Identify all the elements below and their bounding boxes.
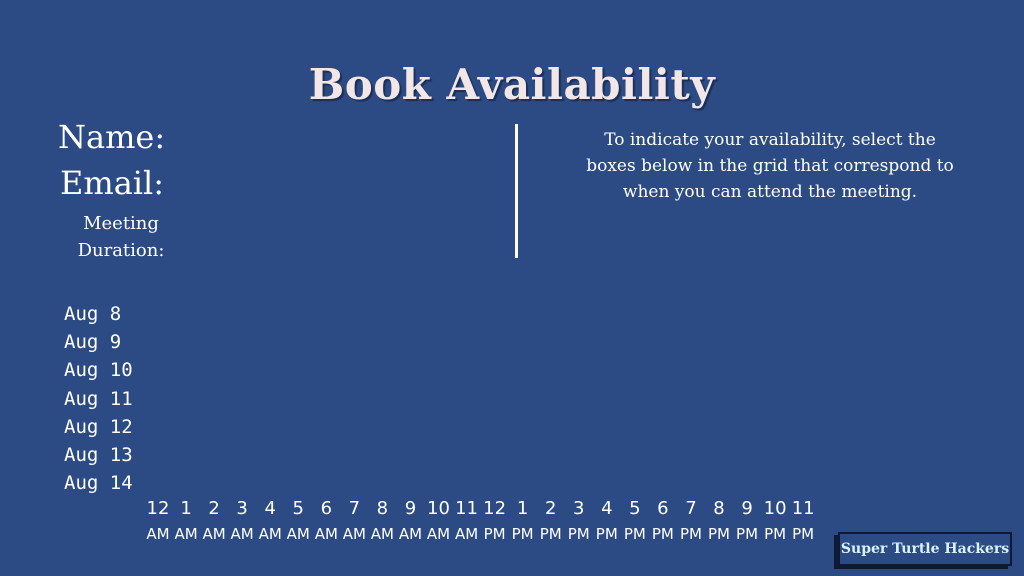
hour-period: PM	[764, 525, 787, 543]
vertical-divider	[515, 124, 518, 258]
hour-number: 4	[601, 498, 613, 519]
hour-number: 7	[348, 498, 361, 519]
hour-number: 12	[483, 498, 507, 519]
hour-number: 10	[427, 498, 450, 519]
hour-number: 11	[791, 498, 815, 519]
hour-period: PM	[651, 525, 674, 543]
hour-period: AM	[146, 525, 170, 543]
hour-period: PM	[736, 525, 759, 543]
hour-label: 6 AM	[311, 497, 341, 547]
hour-period: AM	[370, 525, 394, 543]
hour-label: 3 PM	[564, 497, 594, 547]
hour-period: AM	[258, 525, 282, 543]
hour-period: AM	[202, 525, 226, 543]
hour-period: AM	[174, 525, 198, 543]
hour-period: AM	[398, 525, 423, 543]
hour-label: 4 AM	[255, 497, 285, 547]
hour-number: 7	[685, 498, 697, 519]
hour-number: 3	[573, 498, 585, 519]
hour-period: PM	[595, 525, 618, 543]
hour-label: 4 PM	[592, 497, 622, 547]
hour-label: 7 PM	[676, 497, 706, 547]
hour-label: 12 AM	[143, 497, 173, 547]
page-title: Book Availability	[308, 60, 716, 109]
instructions-text: To indicate your availability, select th…	[586, 130, 954, 202]
hour-label: 5 AM	[283, 497, 313, 547]
hour-number: 8	[376, 498, 389, 519]
date-label: Aug 13	[64, 443, 133, 466]
hour-number: 12	[146, 498, 170, 519]
hour-label: 1 AM	[171, 497, 201, 547]
hour-period: PM	[623, 525, 646, 543]
hour-label: 5 PM	[620, 497, 650, 547]
hour-number: 9	[404, 498, 417, 519]
hour-number: 6	[320, 498, 333, 519]
hour-number: 2	[544, 498, 557, 519]
hour-label: 11 PM	[788, 497, 818, 547]
hour-number: 8	[713, 498, 725, 519]
hour-label: 1 PM	[508, 497, 538, 547]
hour-period: AM	[286, 525, 310, 543]
hour-period: PM	[483, 525, 506, 543]
hour-number: 2	[208, 498, 220, 519]
name-label: Name:	[58, 118, 166, 156]
hour-period: PM	[708, 525, 730, 543]
hour-label: 9 PM	[732, 497, 762, 547]
hour-column-labels: 12 AM 1 AM 2 AM 3 AM 4 AM 5 AM 6 AM 7 AM 8 AM 9 AM 10 AM 11 AM 1…	[144, 497, 824, 549]
hour-period: AM	[230, 525, 254, 543]
hour-label: 11 AM	[452, 497, 482, 547]
date-label: Aug 12	[64, 415, 133, 438]
hour-period: PM	[792, 525, 815, 543]
hour-label: 8 AM	[367, 497, 397, 547]
hour-label: 7 AM	[339, 497, 369, 547]
date-label: Aug 8	[64, 303, 122, 325]
hour-period: AM	[426, 525, 451, 543]
meeting-duration-label: Meeting Duration:	[77, 213, 165, 261]
hour-number: 1	[516, 498, 529, 519]
hour-label: 8 PM	[704, 497, 734, 547]
hour-label: 3 AM	[227, 497, 257, 547]
hour-number: 11	[455, 498, 478, 519]
hour-period: PM	[539, 525, 562, 543]
hour-number: 3	[236, 498, 248, 519]
hour-label: 10 AM	[424, 497, 454, 547]
hour-period: PM	[679, 525, 702, 543]
hour-period: AM	[314, 525, 338, 543]
date-label: Aug 11	[64, 387, 133, 410]
hour-label: 10 PM	[760, 497, 790, 547]
hour-number: 4	[264, 498, 276, 519]
hour-period: AM	[342, 525, 366, 543]
date-label: Aug 9	[64, 331, 122, 354]
hour-number: 6	[657, 498, 669, 519]
date-label: Aug 14	[64, 472, 133, 495]
hour-number: 5	[629, 498, 641, 519]
hour-number: 9	[741, 498, 753, 519]
hour-number: 1	[180, 498, 192, 519]
hour-period: PM	[511, 525, 534, 543]
hour-label: 2 PM	[536, 497, 566, 547]
hour-label: 12 PM	[480, 497, 510, 547]
hour-number: 10	[763, 498, 787, 519]
brand-badge: Super Turtle Hackers	[838, 532, 1012, 566]
date-row-labels: Aug 8 Aug 9 Aug 10 Aug 11 Aug 12 Aug 13 …	[64, 300, 133, 497]
hour-period: AM	[454, 525, 479, 543]
hour-label: 6 PM	[648, 497, 678, 547]
hour-label: 9 AM	[395, 497, 425, 547]
hour-period: PM	[567, 525, 590, 543]
date-label: Aug 10	[64, 359, 133, 382]
email-label: Email:	[60, 164, 165, 202]
hour-number: 5	[292, 498, 304, 519]
hour-label: 2 AM	[199, 497, 229, 547]
